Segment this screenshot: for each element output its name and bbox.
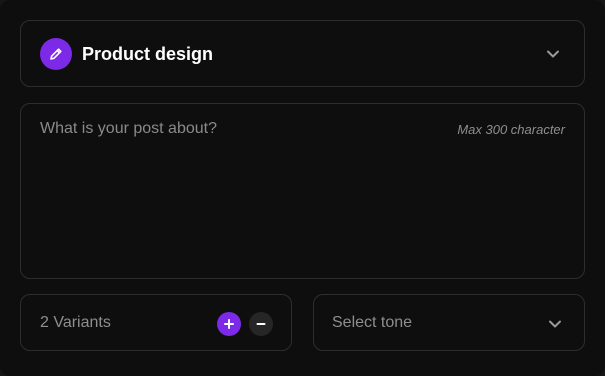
chevron-down-icon	[549, 320, 561, 328]
plus-icon	[224, 319, 234, 329]
variants-count: 2 Variants	[40, 314, 111, 331]
char-limit-hint: Max 300 character	[457, 122, 565, 137]
remove-variant-button[interactable]	[249, 312, 273, 336]
add-variant-button[interactable]	[217, 312, 241, 336]
category-label: Product design	[82, 44, 214, 64]
pencil-icon	[50, 48, 62, 60]
chevron-down-icon[interactable]	[546, 47, 560, 61]
tone-placeholder: Select tone	[332, 314, 413, 331]
post-textarea-container: Max 300 character	[20, 103, 585, 279]
category-icon-badge	[40, 38, 72, 70]
variants-stepper: 2 Variants	[20, 294, 292, 351]
post-generator-card: Product design Max 300 character 2 Varia…	[0, 0, 605, 376]
tone-dropdown[interactable]: Select tone	[313, 294, 585, 351]
category-dropdown[interactable]: Product design	[20, 20, 585, 87]
minus-icon	[256, 323, 266, 325]
